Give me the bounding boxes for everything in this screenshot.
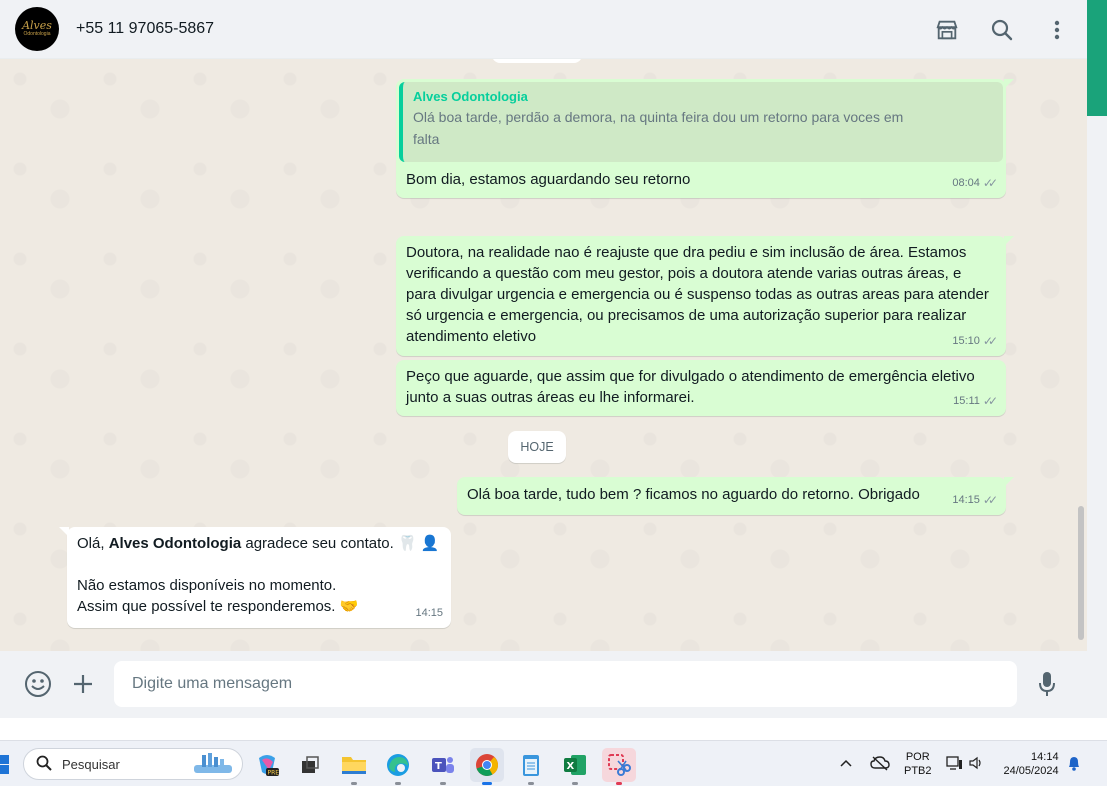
search-icon bbox=[36, 755, 52, 774]
teams-icon[interactable]: T bbox=[426, 748, 460, 785]
chrome-icon[interactable] bbox=[470, 748, 504, 785]
message-text: Bom dia, estamos aguardando seu retorno bbox=[406, 171, 691, 188]
message-time: 14:15 bbox=[415, 607, 443, 619]
outgoing-message[interactable]: Doutora, na realidade nao é reajuste que… bbox=[396, 236, 1014, 356]
date-chip-partial bbox=[492, 59, 582, 63]
greeting-suffix: agradece seu contato. bbox=[241, 535, 394, 552]
accent-bar bbox=[1087, 0, 1107, 116]
quote-text: Olá boa tarde, perdão a demora, na quint… bbox=[413, 109, 904, 147]
system-tray: POR PTB2 14:14 24/05/2024 bbox=[838, 741, 1081, 786]
chat-header: Alves Odontologia +55 11 97065-5867 bbox=[0, 0, 1087, 59]
svg-text:T: T bbox=[435, 761, 442, 772]
message-text: Não estamos disponíveis no momento. bbox=[77, 577, 337, 594]
read-ticks-icon: ✓✓ bbox=[982, 394, 998, 408]
message-time: 08:04 bbox=[952, 177, 980, 189]
chat-area: Alves Odontologia Olá boa tarde, perdão … bbox=[0, 59, 1087, 651]
message-input[interactable]: Digite uma mensagem bbox=[114, 661, 1017, 707]
quoted-message[interactable]: Alves Odontologia Olá boa tarde, perdão … bbox=[399, 82, 1003, 162]
notification-bell-icon[interactable] bbox=[1067, 755, 1081, 774]
read-ticks-icon: ✓✓ bbox=[982, 334, 998, 348]
handshake-icon: 🤝 bbox=[339, 598, 359, 615]
person-icon: 👤 bbox=[420, 535, 440, 552]
clock-date: 24/05/2024 bbox=[1003, 765, 1059, 777]
svg-text:PRE: PRE bbox=[268, 770, 280, 777]
edge-browser-icon[interactable] bbox=[381, 748, 415, 785]
bubble-tail bbox=[1004, 477, 1014, 487]
running-indicator bbox=[440, 782, 446, 785]
plus-icon[interactable] bbox=[69, 670, 97, 698]
search-icon[interactable] bbox=[990, 18, 1014, 42]
running-indicator bbox=[395, 782, 401, 785]
svg-text:X: X bbox=[567, 761, 575, 772]
avatar-logo-sub: Odontologia bbox=[23, 31, 51, 37]
search-label: Pesquisar bbox=[62, 756, 120, 772]
message-text: Assim que possível te responderemos. bbox=[77, 598, 336, 615]
taskbar-search[interactable]: Pesquisar bbox=[23, 748, 243, 780]
scrollbar-thumb[interactable] bbox=[1078, 506, 1084, 640]
bubble-tail bbox=[1004, 236, 1014, 246]
outgoing-message[interactable]: Peço que aguarde, que assim que for divu… bbox=[396, 360, 1006, 416]
message-time: 15:11 bbox=[953, 395, 980, 407]
network-icon[interactable] bbox=[945, 755, 964, 774]
clock-time: 14:14 bbox=[1031, 751, 1059, 763]
search-highlight-icon bbox=[190, 751, 236, 778]
message-text: Olá boa tarde, tudo bem ? ficamos no agu… bbox=[467, 486, 920, 503]
file-explorer-icon[interactable] bbox=[337, 748, 371, 785]
volume-icon[interactable] bbox=[968, 755, 984, 774]
emoji-icon[interactable] bbox=[24, 670, 52, 698]
cloud-offline-icon[interactable] bbox=[870, 755, 890, 774]
quote-author: Alves Odontologia bbox=[413, 89, 528, 104]
task-view-icon[interactable] bbox=[293, 748, 327, 782]
window-edge bbox=[1087, 0, 1107, 718]
language-top: POR bbox=[905, 751, 930, 763]
business-name: Alves Odontologia bbox=[108, 535, 242, 552]
bubble-tail bbox=[1004, 79, 1014, 89]
date-chip: HOJE bbox=[508, 431, 566, 463]
copilot-icon[interactable]: PRE bbox=[250, 748, 284, 782]
greeting-prefix: Olá, bbox=[77, 535, 109, 552]
outgoing-message[interactable]: Olá boa tarde, tudo bem ? ficamos no agu… bbox=[457, 477, 1014, 515]
kebab-menu-icon[interactable] bbox=[1045, 18, 1069, 42]
notepad-icon[interactable] bbox=[514, 748, 548, 785]
bubble-tail bbox=[59, 527, 69, 537]
message-time: 15:10 bbox=[952, 335, 980, 347]
read-ticks-icon: ✓✓ bbox=[982, 176, 998, 190]
message-text: Peço que aguarde, que assim que for divu… bbox=[406, 368, 975, 406]
greeting-line: Olá, Alves Odontologia agradece seu cont… bbox=[77, 533, 440, 554]
clock[interactable]: 14:14 24/05/2024 bbox=[1004, 750, 1059, 778]
microphone-icon[interactable] bbox=[1033, 670, 1061, 698]
running-indicator bbox=[616, 782, 622, 785]
contact-name[interactable]: +55 11 97065-5867 bbox=[76, 20, 214, 38]
running-indicator bbox=[572, 782, 578, 785]
store-icon[interactable] bbox=[935, 18, 959, 42]
read-ticks-icon: ✓✓ bbox=[982, 493, 998, 507]
incoming-message[interactable]: Olá, Alves Odontologia agradece seu cont… bbox=[59, 527, 451, 628]
composer: Digite uma mensagem bbox=[0, 651, 1087, 718]
snipping-tool-icon[interactable] bbox=[602, 748, 636, 785]
tooth-icon: 🦷 bbox=[397, 535, 417, 552]
outgoing-message[interactable]: Alves Odontologia Olá boa tarde, perdão … bbox=[396, 79, 1014, 198]
running-indicator bbox=[351, 782, 357, 785]
avatar[interactable]: Alves Odontologia bbox=[15, 7, 59, 51]
message-text-line3: Assim que possível te responderemos. 🤝 bbox=[77, 596, 358, 617]
running-indicator bbox=[482, 782, 492, 785]
windows-start-icon[interactable] bbox=[0, 755, 10, 775]
excel-icon[interactable]: X bbox=[558, 748, 592, 785]
language-indicator[interactable]: POR PTB2 bbox=[904, 750, 932, 778]
chevron-up-icon[interactable] bbox=[838, 758, 854, 770]
running-indicator bbox=[528, 782, 534, 785]
message-time: 14:15 bbox=[952, 494, 980, 506]
language-bottom: PTB2 bbox=[904, 765, 932, 777]
message-text: Doutora, na realidade nao é reajuste que… bbox=[406, 244, 989, 345]
taskbar: Pesquisar PRE T X POR PTB2 14:14 24/05/2… bbox=[0, 740, 1107, 786]
avatar-logo: Alves bbox=[22, 19, 52, 32]
